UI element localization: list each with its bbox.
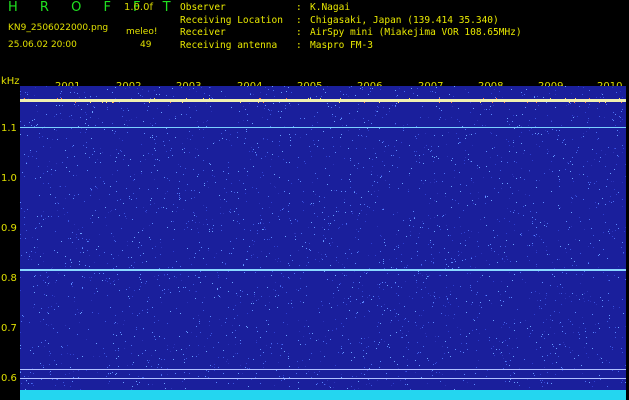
- info-row-location: Receiving Location: Chigasaki, Japan (139…: [180, 14, 499, 26]
- info-row-antenna: Receiving antenna: Maspro FM-3: [180, 39, 373, 51]
- datetime-label: 25.06.02 20:00: [8, 40, 77, 50]
- observation-info: Observer: K.Nagai Receiving Location: Chig…: [180, 2, 522, 52]
- spectrogram: [20, 86, 626, 396]
- meteor-count: 49: [140, 40, 152, 50]
- version-label: 1.0.0f: [124, 2, 153, 13]
- signal-line: [20, 369, 626, 370]
- y-tick-label: 0.6: [1, 373, 17, 384]
- y-tick-label: 0.8: [1, 273, 17, 284]
- carrier-line: [20, 99, 626, 102]
- info-row-observer: Observer: K.Nagai: [180, 2, 351, 13]
- spectrogram-noise: [20, 86, 626, 396]
- signal-line: [20, 127, 626, 128]
- meteor-label: meleo!: [126, 27, 158, 37]
- y-tick-label: 0.7: [1, 323, 17, 334]
- bottom-strip: [20, 390, 626, 400]
- filename-label: KN9_2506022000.png: [8, 23, 109, 33]
- y-tick-label: 0.9: [1, 223, 17, 234]
- y-tick-label: 1.0: [1, 173, 17, 184]
- y-axis-unit: kHz: [1, 76, 20, 87]
- info-row-receiver: Receiver: AirSpy mini (Miakejima VOR 108.…: [180, 27, 522, 38]
- app-logo: H R O F F T: [8, 0, 180, 15]
- y-tick-label: 1.1: [1, 123, 17, 134]
- header-panel: H R O F F T 1.0.0f KN9_2506022000.png 25…: [0, 0, 629, 74]
- signal-line: [20, 378, 626, 379]
- signal-line: [20, 269, 626, 271]
